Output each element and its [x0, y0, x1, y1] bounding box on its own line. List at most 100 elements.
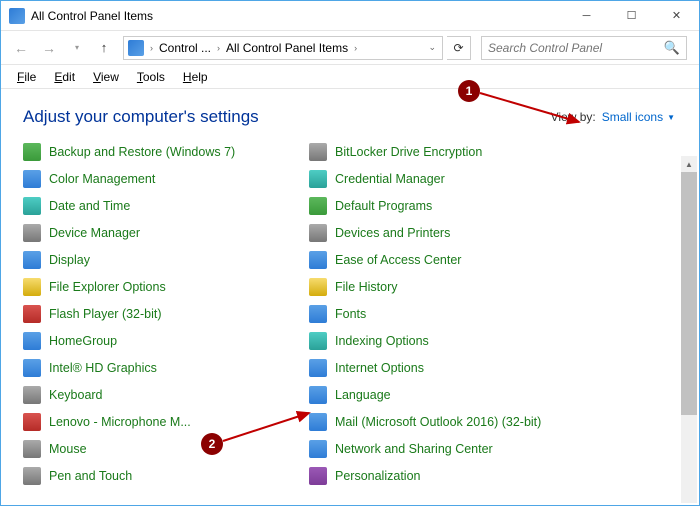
viewby-label: View by: — [551, 110, 596, 124]
refresh-button[interactable]: ⟳ — [447, 36, 471, 60]
cp-item[interactable]: Fonts — [309, 305, 595, 323]
items-column-left: Backup and Restore (Windows 7) Color Mana… — [23, 143, 309, 485]
recent-dropdown[interactable]: ▾ — [65, 36, 89, 60]
cp-item[interactable]: HomeGroup — [23, 332, 309, 350]
app-icon — [9, 8, 25, 24]
breadcrumb-1[interactable]: Control ... — [157, 41, 213, 55]
cp-item-icon — [309, 413, 327, 431]
viewby-dropdown[interactable]: Small icons ▼ — [602, 110, 675, 124]
cp-item-icon — [23, 251, 41, 269]
cp-item[interactable]: Credential Manager — [309, 170, 595, 188]
cp-item-icon — [309, 170, 327, 188]
chevron-right-icon: › — [148, 43, 155, 53]
cp-item-label: Device Manager — [49, 226, 140, 240]
cp-item-icon — [23, 359, 41, 377]
cp-item-icon — [23, 386, 41, 404]
search-box[interactable]: 🔍 — [481, 36, 687, 60]
cp-item[interactable]: Language — [309, 386, 595, 404]
cp-item-icon — [309, 359, 327, 377]
cp-item-label: Mouse — [49, 442, 87, 456]
scroll-thumb[interactable] — [681, 172, 697, 415]
cp-item[interactable]: Backup and Restore (Windows 7) — [23, 143, 309, 161]
search-icon[interactable]: 🔍 — [664, 40, 680, 56]
cp-item-label: Network and Sharing Center — [335, 442, 493, 456]
cp-item-label: Default Programs — [335, 199, 432, 213]
search-input[interactable] — [488, 41, 664, 55]
up-button[interactable]: ↑ — [93, 37, 115, 59]
cp-item-icon — [23, 278, 41, 296]
address-bar[interactable]: › Control ... › All Control Panel Items … — [123, 36, 443, 60]
cp-item-icon — [309, 224, 327, 242]
cp-item-icon — [23, 170, 41, 188]
menu-edit[interactable]: Edit — [46, 68, 83, 86]
cp-item[interactable]: Internet Options — [309, 359, 595, 377]
cp-item-label: Indexing Options — [335, 334, 429, 348]
cp-item-label: Fonts — [335, 307, 366, 321]
cp-item-label: Color Management — [49, 172, 155, 186]
cp-item-label: Devices and Printers — [335, 226, 450, 240]
cp-item-label: Lenovo - Microphone M... — [49, 415, 191, 429]
close-button[interactable]: ✕ — [654, 1, 699, 31]
cp-item[interactable]: Default Programs — [309, 197, 595, 215]
cp-item-icon — [23, 413, 41, 431]
cp-item-icon — [309, 251, 327, 269]
cp-item[interactable]: Flash Player (32-bit) — [23, 305, 309, 323]
cp-item-label: Language — [335, 388, 391, 402]
scroll-up-button[interactable]: ▲ — [681, 156, 697, 172]
cp-item[interactable]: File Explorer Options — [23, 278, 309, 296]
minimize-button[interactable]: ─ — [564, 1, 609, 31]
cp-item-label: Keyboard — [49, 388, 103, 402]
cp-item-label: Mail (Microsoft Outlook 2016) (32-bit) — [335, 415, 541, 429]
cp-item-icon — [23, 143, 41, 161]
cp-item[interactable]: Display — [23, 251, 309, 269]
cp-item[interactable]: Device Manager — [23, 224, 309, 242]
cp-item-label: Date and Time — [49, 199, 130, 213]
vertical-scrollbar[interactable]: ▲ — [681, 156, 697, 503]
content-area: Backup and Restore (Windows 7) Color Mana… — [1, 137, 699, 505]
cp-item-icon — [309, 143, 327, 161]
cp-item[interactable]: File History — [309, 278, 595, 296]
cp-item[interactable]: Mail (Microsoft Outlook 2016) (32-bit) — [309, 413, 595, 431]
cp-item[interactable]: Intel® HD Graphics — [23, 359, 309, 377]
cp-item-label: Intel® HD Graphics — [49, 361, 157, 375]
cp-item[interactable]: Mouse — [23, 440, 309, 458]
forward-button[interactable]: → — [37, 36, 61, 60]
cp-item-icon — [23, 224, 41, 242]
menu-tools[interactable]: Tools — [129, 68, 173, 86]
chevron-down-icon: ▼ — [667, 113, 675, 122]
menu-view[interactable]: View — [85, 68, 127, 86]
cp-item[interactable]: Network and Sharing Center — [309, 440, 595, 458]
page-heading: Adjust your computer's settings — [23, 107, 551, 127]
cp-item[interactable]: Color Management — [23, 170, 309, 188]
cp-item[interactable]: Personalization — [309, 467, 595, 485]
cp-item-icon — [309, 467, 327, 485]
annotation-badge-1: 1 — [458, 80, 480, 102]
cp-item-icon — [309, 305, 327, 323]
cp-item[interactable]: Ease of Access Center — [309, 251, 595, 269]
cp-item-label: Ease of Access Center — [335, 253, 461, 267]
items-column-right: BitLocker Drive Encryption Credential Man… — [309, 143, 595, 485]
cp-item[interactable]: BitLocker Drive Encryption — [309, 143, 595, 161]
cp-item[interactable]: Devices and Printers — [309, 224, 595, 242]
cp-item-label: BitLocker Drive Encryption — [335, 145, 482, 159]
menu-help[interactable]: Help — [175, 68, 216, 86]
chevron-right-icon: › — [215, 43, 222, 53]
cp-item[interactable]: Date and Time — [23, 197, 309, 215]
cp-item[interactable]: Pen and Touch — [23, 467, 309, 485]
maximize-button[interactable]: ☐ — [609, 1, 654, 31]
cp-item-icon — [309, 332, 327, 350]
cp-item[interactable]: Keyboard — [23, 386, 309, 404]
cp-item-icon — [23, 332, 41, 350]
cp-item[interactable]: Lenovo - Microphone M... — [23, 413, 309, 431]
back-button[interactable]: ← — [9, 36, 33, 60]
address-dropdown[interactable]: ⌄ — [424, 42, 440, 53]
menu-file[interactable]: File — [9, 68, 44, 86]
cp-item-icon — [23, 305, 41, 323]
cp-item-icon — [309, 440, 327, 458]
cp-item-icon — [309, 278, 327, 296]
cp-item[interactable]: Indexing Options — [309, 332, 595, 350]
titlebar: All Control Panel Items ─ ☐ ✕ — [1, 1, 699, 31]
cp-item-label: Display — [49, 253, 90, 267]
breadcrumb-2[interactable]: All Control Panel Items — [224, 41, 350, 55]
cp-item-label: Flash Player (32-bit) — [49, 307, 162, 321]
